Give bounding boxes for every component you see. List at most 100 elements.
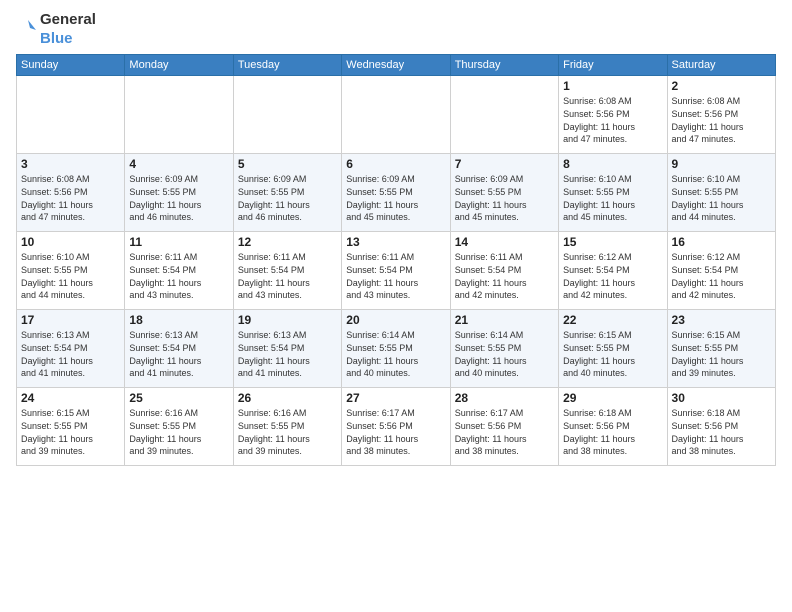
calendar-day-20: 20 Sunrise: 6:14 AM Sunset: 5:55 PM Dayli… [342, 310, 450, 388]
logo-text: General Blue [16, 10, 96, 48]
calendar-day-15: 15 Sunrise: 6:12 AM Sunset: 5:54 PM Dayli… [559, 232, 667, 310]
day-number: 25 [129, 391, 228, 405]
calendar-week-row: 1 Sunrise: 6:08 AM Sunset: 5:56 PM Daylig… [17, 76, 776, 154]
calendar-page: General Blue SundayMondayTuesdayWednesda… [0, 0, 792, 612]
day-info: Sunrise: 6:15 AM Sunset: 5:55 PM Dayligh… [563, 329, 662, 379]
calendar-day-24: 24 Sunrise: 6:15 AM Sunset: 5:55 PM Dayli… [17, 388, 125, 466]
calendar-day-11: 11 Sunrise: 6:11 AM Sunset: 5:54 PM Dayli… [125, 232, 233, 310]
day-info: Sunrise: 6:13 AM Sunset: 5:54 PM Dayligh… [129, 329, 228, 379]
day-info: Sunrise: 6:18 AM Sunset: 5:56 PM Dayligh… [563, 407, 662, 457]
calendar-week-row: 10 Sunrise: 6:10 AM Sunset: 5:55 PM Dayli… [17, 232, 776, 310]
day-info: Sunrise: 6:10 AM Sunset: 5:55 PM Dayligh… [21, 251, 120, 301]
day-info: Sunrise: 6:09 AM Sunset: 5:55 PM Dayligh… [129, 173, 228, 223]
day-number: 16 [672, 235, 771, 249]
calendar-day-19: 19Sunrise: 6:13 AM Sunset: 5:54 PM Dayli… [233, 310, 341, 388]
day-number: 4 [129, 157, 228, 171]
day-info: Sunrise: 6:15 AM Sunset: 5:55 PM Dayligh… [21, 407, 120, 457]
day-info: Sunrise: 6:11 AM Sunset: 5:54 PM Dayligh… [346, 251, 445, 301]
day-header-monday: Monday [125, 55, 233, 76]
calendar-day-empty [125, 76, 233, 154]
day-number: 11 [129, 235, 228, 249]
calendar-header-row: SundayMondayTuesdayWednesdayThursdayFrid… [17, 55, 776, 76]
calendar-day-9: 9Sunrise: 6:10 AM Sunset: 5:55 PM Daylig… [667, 154, 775, 232]
day-number: 28 [455, 391, 554, 405]
calendar-day-2: 2 Sunrise: 6:08 AM Sunset: 5:56 PM Daylig… [667, 76, 775, 154]
day-info: Sunrise: 6:14 AM Sunset: 5:55 PM Dayligh… [346, 329, 445, 379]
day-number: 17 [21, 313, 120, 327]
day-number: 13 [346, 235, 445, 249]
day-info: Sunrise: 6:14 AM Sunset: 5:55 PM Dayligh… [455, 329, 554, 379]
day-number: 26 [238, 391, 337, 405]
day-info: Sunrise: 6:15 AM Sunset: 5:55 PM Dayligh… [672, 329, 771, 379]
day-number: 12 [238, 235, 337, 249]
calendar-day-6: 6Sunrise: 6:09 AM Sunset: 5:55 PM Daylig… [342, 154, 450, 232]
calendar-day-10: 10 Sunrise: 6:10 AM Sunset: 5:55 PM Dayli… [17, 232, 125, 310]
calendar-day-empty [342, 76, 450, 154]
logo: General Blue [16, 10, 96, 48]
day-header-tuesday: Tuesday [233, 55, 341, 76]
day-number: 10 [21, 235, 120, 249]
calendar-day-13: 13 Sunrise: 6:11 AM Sunset: 5:54 PM Dayli… [342, 232, 450, 310]
calendar-day-28: 28 Sunrise: 6:17 AM Sunset: 5:56 PM Dayli… [450, 388, 558, 466]
calendar-day-1: 1 Sunrise: 6:08 AM Sunset: 5:56 PM Daylig… [559, 76, 667, 154]
day-header-wednesday: Wednesday [342, 55, 450, 76]
day-number: 19 [238, 313, 337, 327]
day-info: Sunrise: 6:17 AM Sunset: 5:56 PM Dayligh… [455, 407, 554, 457]
calendar-day-7: 7Sunrise: 6:09 AM Sunset: 5:55 PM Daylig… [450, 154, 558, 232]
calendar-day-30: 30 Sunrise: 6:18 AM Sunset: 5:56 PM Dayli… [667, 388, 775, 466]
day-number: 23 [672, 313, 771, 327]
day-header-saturday: Saturday [667, 55, 775, 76]
day-number: 6 [346, 157, 445, 171]
day-number: 27 [346, 391, 445, 405]
calendar-week-row: 24 Sunrise: 6:15 AM Sunset: 5:55 PM Dayli… [17, 388, 776, 466]
calendar-day-8: 8Sunrise: 6:10 AM Sunset: 5:55 PM Daylig… [559, 154, 667, 232]
day-number: 3 [21, 157, 120, 171]
calendar-day-5: 5Sunrise: 6:09 AM Sunset: 5:55 PM Daylig… [233, 154, 341, 232]
day-number: 18 [129, 313, 228, 327]
day-info: Sunrise: 6:18 AM Sunset: 5:56 PM Dayligh… [672, 407, 771, 457]
calendar-day-3: 3 Sunrise: 6:08 AM Sunset: 5:56 PM Daylig… [17, 154, 125, 232]
day-number: 24 [21, 391, 120, 405]
calendar-week-row: 17 Sunrise: 6:13 AM Sunset: 5:54 PM Dayli… [17, 310, 776, 388]
day-number: 2 [672, 79, 771, 93]
calendar-day-empty [450, 76, 558, 154]
day-header-friday: Friday [559, 55, 667, 76]
calendar-day-18: 18 Sunrise: 6:13 AM Sunset: 5:54 PM Dayli… [125, 310, 233, 388]
day-info: Sunrise: 6:12 AM Sunset: 5:54 PM Dayligh… [672, 251, 771, 301]
calendar-day-4: 4 Sunrise: 6:09 AM Sunset: 5:55 PM Daylig… [125, 154, 233, 232]
calendar-day-21: 21 Sunrise: 6:14 AM Sunset: 5:55 PM Dayli… [450, 310, 558, 388]
day-number: 20 [346, 313, 445, 327]
calendar-day-27: 27 Sunrise: 6:17 AM Sunset: 5:56 PM Dayli… [342, 388, 450, 466]
day-number: 15 [563, 235, 662, 249]
calendar-week-row: 3 Sunrise: 6:08 AM Sunset: 5:56 PM Daylig… [17, 154, 776, 232]
day-header-sunday: Sunday [17, 55, 125, 76]
day-info: Sunrise: 6:08 AM Sunset: 5:56 PM Dayligh… [563, 95, 662, 145]
calendar-day-29: 29Sunrise: 6:18 AM Sunset: 5:56 PM Dayli… [559, 388, 667, 466]
logo-blue: Blue [40, 30, 73, 47]
day-info: Sunrise: 6:10 AM Sunset: 5:55 PM Dayligh… [563, 173, 662, 223]
logo-triangle-icon [16, 18, 38, 40]
calendar-day-empty [233, 76, 341, 154]
day-number: 14 [455, 235, 554, 249]
day-info: Sunrise: 6:17 AM Sunset: 5:56 PM Dayligh… [346, 407, 445, 457]
calendar-day-22: 22Sunrise: 6:15 AM Sunset: 5:55 PM Dayli… [559, 310, 667, 388]
calendar-day-23: 23 Sunrise: 6:15 AM Sunset: 5:55 PM Dayli… [667, 310, 775, 388]
calendar-day-25: 25Sunrise: 6:16 AM Sunset: 5:55 PM Dayli… [125, 388, 233, 466]
day-number: 30 [672, 391, 771, 405]
day-info: Sunrise: 6:11 AM Sunset: 5:54 PM Dayligh… [455, 251, 554, 301]
day-number: 7 [455, 157, 554, 171]
day-info: Sunrise: 6:13 AM Sunset: 5:54 PM Dayligh… [21, 329, 120, 379]
day-number: 1 [563, 79, 662, 93]
day-info: Sunrise: 6:09 AM Sunset: 5:55 PM Dayligh… [238, 173, 337, 223]
calendar-day-17: 17 Sunrise: 6:13 AM Sunset: 5:54 PM Dayli… [17, 310, 125, 388]
day-info: Sunrise: 6:11 AM Sunset: 5:54 PM Dayligh… [129, 251, 228, 301]
day-info: Sunrise: 6:11 AM Sunset: 5:54 PM Dayligh… [238, 251, 337, 301]
calendar-day-12: 12 Sunrise: 6:11 AM Sunset: 5:54 PM Dayli… [233, 232, 341, 310]
day-info: Sunrise: 6:08 AM Sunset: 5:56 PM Dayligh… [21, 173, 120, 223]
day-info: Sunrise: 6:08 AM Sunset: 5:56 PM Dayligh… [672, 95, 771, 145]
day-number: 21 [455, 313, 554, 327]
calendar-table: SundayMondayTuesdayWednesdayThursdayFrid… [16, 54, 776, 466]
day-info: Sunrise: 6:12 AM Sunset: 5:54 PM Dayligh… [563, 251, 662, 301]
calendar-day-14: 14 Sunrise: 6:11 AM Sunset: 5:54 PM Dayli… [450, 232, 558, 310]
calendar-day-empty [17, 76, 125, 154]
